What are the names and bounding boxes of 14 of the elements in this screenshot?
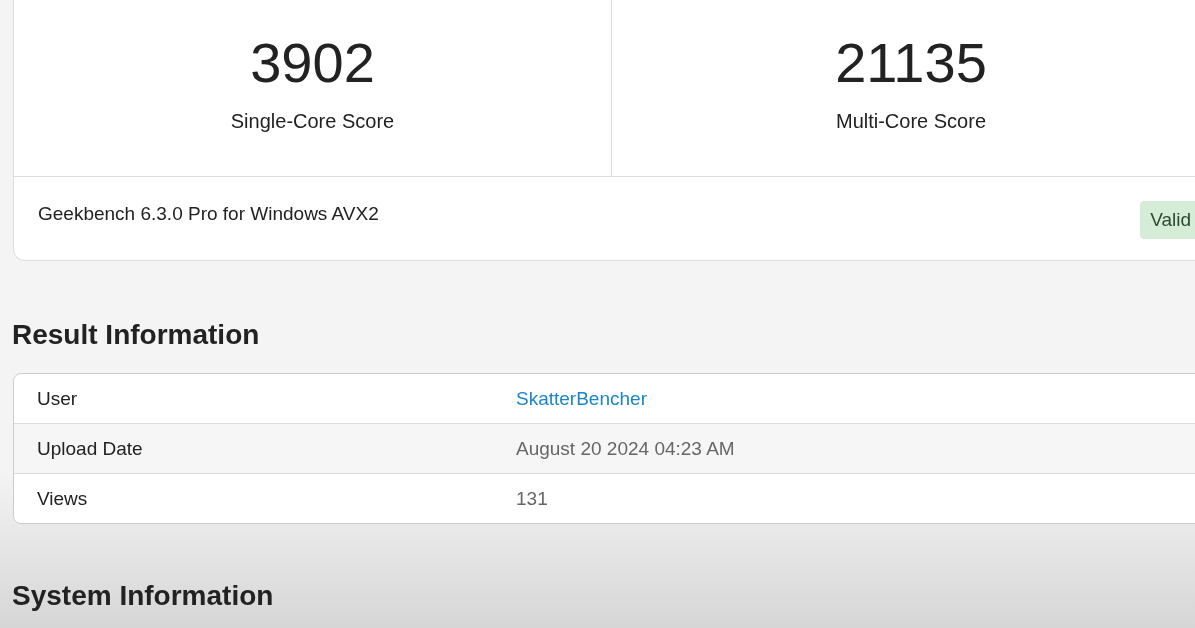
table-cell-text: Views bbox=[36, 487, 89, 510]
table-cell-text: User bbox=[36, 387, 79, 410]
section-heading: Result Information bbox=[12, 319, 261, 351]
score-label: Single-Core Score bbox=[230, 110, 395, 133]
table-cell: 131 bbox=[516, 487, 548, 510]
version-text: Geekbench 6.3.0 Pro for Windows AVX2 bbox=[38, 203, 379, 225]
table-cell: August 20 2024 04:23 AM bbox=[516, 437, 735, 460]
user-link[interactable]: SkatterBencher bbox=[516, 387, 647, 410]
valid-badge: Valid bbox=[1140, 201, 1195, 239]
score-value: 21135 bbox=[835, 30, 987, 96]
section-heading: System Information bbox=[12, 580, 275, 612]
score-label: Multi-Core Score bbox=[835, 110, 986, 133]
table-cell-text: Upload Date bbox=[36, 437, 144, 460]
score-value: 3902 bbox=[250, 30, 375, 96]
